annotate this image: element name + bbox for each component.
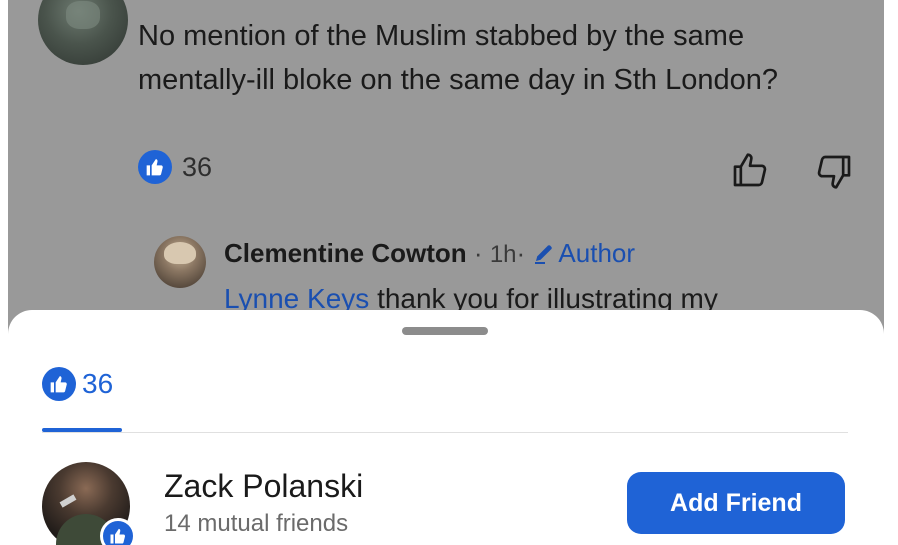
like-button[interactable] xyxy=(730,150,770,190)
like-count[interactable]: 36 xyxy=(182,150,212,184)
user-name[interactable]: Zack Polanski xyxy=(164,466,363,506)
pencil-icon xyxy=(535,245,553,264)
reactions-sheet: 36 Zack Polanski 14 mutual friends Add F… xyxy=(8,310,884,545)
reply-time: 1h xyxy=(489,241,517,268)
thumbs-up-icon xyxy=(42,367,76,401)
comment-text: No mention of the Muslim stabbed by the … xyxy=(138,20,778,96)
dislike-button[interactable] xyxy=(814,152,854,192)
tab-likes[interactable]: 36 xyxy=(42,364,113,404)
reply-author-avatar[interactable] xyxy=(154,236,206,288)
author-badge-label: Author xyxy=(558,238,636,268)
separator: · xyxy=(473,238,483,268)
commenter-avatar[interactable] xyxy=(38,0,128,65)
thumbs-up-outline-icon xyxy=(733,153,767,187)
sheet-drag-handle[interactable] xyxy=(402,327,488,335)
thumbs-up-icon xyxy=(138,150,172,184)
author-badge: Author xyxy=(532,238,635,268)
mutual-friends: 14 mutual friends xyxy=(164,510,349,537)
separator: · xyxy=(516,238,526,268)
reply-author-name[interactable]: Clementine Cowton xyxy=(224,238,467,268)
divider xyxy=(42,432,848,433)
thumbs-down-outline-icon xyxy=(817,155,851,189)
tab-likes-count: 36 xyxy=(82,368,114,399)
thumbs-up-icon xyxy=(100,518,136,545)
reply-header: Clementine Cowton · 1h· Author xyxy=(224,237,635,271)
add-friend-button[interactable]: Add Friend xyxy=(627,472,845,534)
